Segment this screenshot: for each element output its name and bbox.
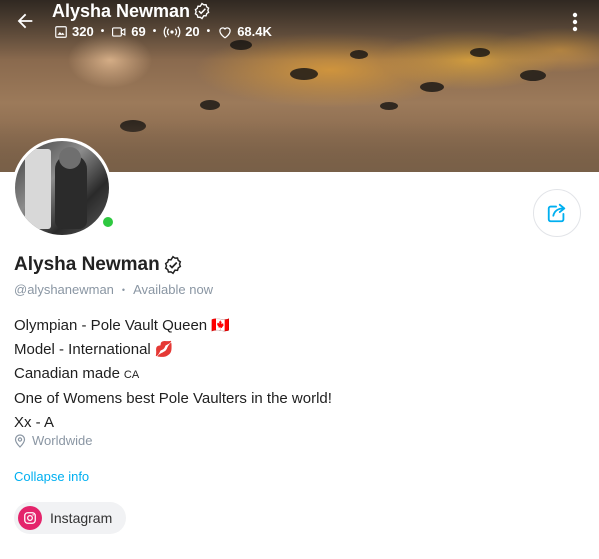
bio-line: Xx - A bbox=[14, 414, 55, 431]
collapse-info-link[interactable]: Collapse info bbox=[14, 469, 89, 484]
share-icon bbox=[547, 203, 566, 223]
more-vertical-icon bbox=[572, 12, 578, 32]
profile-name-text: Alysha Newman bbox=[14, 254, 160, 275]
profile-name: Alysha Newman bbox=[14, 254, 183, 276]
instagram-label: Instagram bbox=[50, 510, 113, 526]
stat-likes: 68.4K bbox=[217, 24, 272, 39]
stat-streams-count: 20 bbox=[185, 24, 200, 39]
header-name: Alysha Newman bbox=[52, 1, 191, 21]
share-button[interactable] bbox=[533, 189, 581, 237]
bio-line: Model - International 💋 bbox=[14, 341, 174, 358]
heart-icon bbox=[219, 26, 231, 38]
bio-line: One of Womens best Pole Vaulters in the … bbox=[14, 390, 332, 407]
broadcast-icon bbox=[163, 25, 181, 38]
availability-status: Available now bbox=[133, 282, 214, 297]
image-icon bbox=[55, 25, 67, 38]
header-stats: 320 • 69 • 20 • 68.4K bbox=[54, 24, 272, 39]
location-text: Worldwide bbox=[32, 433, 93, 448]
verified-icon bbox=[164, 255, 181, 275]
flag-text: CA bbox=[123, 369, 140, 381]
profile-bio: Olympian - Pole Vault Queen 🇨🇦 Model - I… bbox=[14, 314, 332, 435]
stat-photos: 320 bbox=[54, 24, 94, 39]
arrow-left-icon bbox=[17, 13, 33, 29]
handle-row: @alyshanewman • Available now bbox=[14, 282, 213, 297]
profile-handle: @alyshanewman bbox=[14, 282, 114, 297]
handle-separator: • bbox=[121, 284, 126, 295]
bio-line: Canadian made CA bbox=[14, 362, 332, 387]
avatar[interactable] bbox=[12, 138, 116, 238]
avatar-image bbox=[15, 141, 109, 235]
stat-likes-count: 68.4K bbox=[237, 24, 272, 39]
bio-line: Olympian - Pole Vault Queen 🇨🇦 bbox=[14, 317, 230, 334]
instagram-link[interactable]: Instagram bbox=[14, 502, 127, 534]
header-title: Alysha Newman bbox=[52, 0, 211, 22]
more-options-button[interactable] bbox=[564, 8, 586, 36]
location-pin-icon bbox=[14, 433, 26, 448]
bio-line-text: Canadian made bbox=[14, 365, 120, 382]
stat-videos: 69 bbox=[111, 24, 146, 39]
instagram-icon bbox=[18, 506, 42, 530]
stat-streams: 20 bbox=[163, 24, 200, 39]
stat-separator: • bbox=[206, 26, 211, 37]
stat-videos-count: 69 bbox=[131, 24, 146, 39]
online-status-dot bbox=[100, 214, 116, 230]
stat-photos-count: 320 bbox=[72, 24, 94, 39]
video-icon bbox=[112, 26, 126, 37]
location: Worldwide bbox=[14, 433, 92, 448]
stat-separator: • bbox=[100, 26, 105, 37]
back-button[interactable] bbox=[10, 6, 40, 36]
top-bar: Alysha Newman 320 • 69 • 20 • 68.4K bbox=[0, 0, 599, 52]
verified-icon bbox=[194, 2, 210, 20]
stat-separator: • bbox=[152, 26, 157, 37]
